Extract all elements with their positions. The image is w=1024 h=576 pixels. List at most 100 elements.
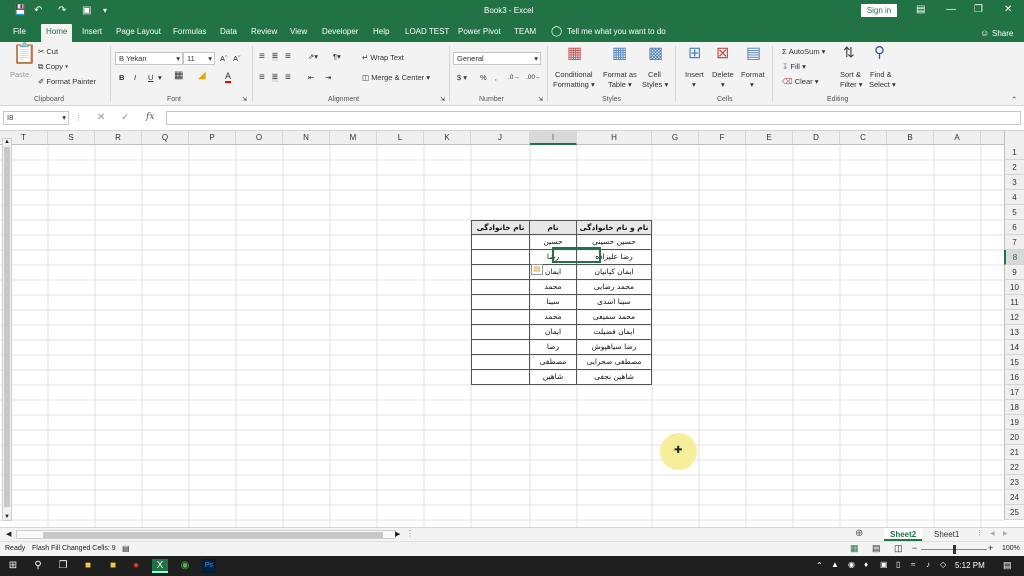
collapse-ribbon-icon[interactable]: ⌃ [1011, 95, 1017, 104]
page-layout-view-icon[interactable]: ▤ [872, 543, 881, 554]
last-name-cell[interactable] [471, 295, 530, 310]
decrease-font-icon[interactable]: Aˇ [233, 54, 241, 63]
table-header-full-name[interactable]: نام و نام خانوادگی [577, 220, 652, 235]
dialog-launcher-icon[interactable]: ⇲ [440, 96, 445, 105]
undo-icon[interactable]: ↶ [34, 6, 42, 16]
row-header[interactable]: 14 [1004, 340, 1024, 355]
conditional-formatting-icon[interactable]: ▦ [567, 46, 582, 62]
wrap-text-button[interactable]: ↵ Wrap Text [362, 53, 404, 62]
tab-insert[interactable]: Insert [82, 27, 102, 37]
format-painter-button[interactable]: ✐ Format Painter [38, 77, 96, 86]
sign-in-button[interactable]: Sign in [861, 4, 897, 17]
last-name-cell[interactable] [471, 355, 530, 370]
notifications-icon[interactable]: ▤ [1003, 560, 1012, 571]
row-header[interactable]: 18 [1004, 400, 1024, 415]
row-header[interactable]: 13 [1004, 325, 1024, 340]
insert-cells-button[interactable]: Insert [685, 70, 704, 79]
name-box[interactable]: I8 ▾ [3, 111, 69, 125]
tab-file[interactable]: File [13, 27, 26, 37]
row-header[interactable]: 7 [1004, 235, 1024, 250]
cancel-icon[interactable]: ✕ [97, 112, 105, 123]
zoom-out-icon[interactable]: − [912, 543, 917, 553]
align-bottom-icon[interactable]: ≡ [285, 52, 291, 62]
find-select-line1[interactable]: Find & [870, 70, 892, 79]
column-header[interactable]: H [577, 131, 652, 145]
last-name-cell[interactable] [471, 235, 530, 250]
last-name-cell[interactable] [471, 340, 530, 355]
dialog-launcher-icon[interactable]: ⇲ [538, 96, 543, 105]
paste-button[interactable]: Paste [10, 70, 29, 79]
last-name-cell[interactable] [471, 325, 530, 340]
orientation-icon[interactable]: ⇗▾ [308, 52, 318, 61]
search-icon[interactable]: ⚲ [874, 45, 885, 60]
column-header[interactable]: R [95, 131, 142, 145]
delete-cells-icon[interactable]: ⊠ [716, 46, 729, 62]
language-icon[interactable]: ◇ [940, 560, 946, 569]
scroll-up-icon[interactable]: ▲ [4, 139, 10, 145]
column-header[interactable]: F [699, 131, 746, 145]
conditional-formatting-button[interactable]: Formatting ▾ [553, 80, 595, 89]
full-name-cell[interactable]: رضا سیاهپوش [577, 340, 652, 355]
italic-icon[interactable]: I [134, 73, 136, 82]
row-header[interactable]: 10 [1004, 280, 1024, 295]
column-header[interactable]: J [471, 131, 530, 145]
last-name-cell[interactable] [471, 370, 530, 385]
tab-team[interactable]: TEAM [514, 27, 536, 37]
clock[interactable]: 5:12 PM [955, 561, 985, 570]
column-header[interactable]: B [887, 131, 934, 145]
sheet-tab-sheet2[interactable]: Sheet2 [884, 528, 923, 541]
align-right-icon[interactable]: ≡ [285, 73, 291, 83]
row-header[interactable]: 11 [1004, 295, 1024, 310]
minimize-icon[interactable]: — [946, 5, 956, 15]
tray-app-icon[interactable]: ▲ [831, 560, 839, 569]
table-header-first-name[interactable]: نام [530, 220, 577, 235]
column-header[interactable]: L [377, 131, 424, 145]
chevron-down-icon[interactable]: ▾ [750, 80, 754, 89]
column-header[interactable]: E [746, 131, 793, 145]
record-icon[interactable]: ● [129, 559, 143, 573]
close-icon[interactable]: ✕ [1004, 5, 1012, 15]
sort-filter-icon[interactable]: ⇅ [843, 45, 855, 59]
last-name-cell[interactable] [471, 310, 530, 325]
clear-button[interactable]: ⌫ Clear ▾ [782, 77, 819, 86]
paste-icon[interactable]: 📋 [12, 44, 37, 64]
column-header[interactable]: C [840, 131, 887, 145]
macro-record-icon[interactable]: ▤ [122, 544, 130, 553]
table-header-last-name[interactable]: نام خانوادگی [471, 220, 530, 235]
scroll-right-icon[interactable]: ▶ [395, 530, 400, 538]
column-header[interactable]: S [48, 131, 95, 145]
row-header[interactable]: 19 [1004, 415, 1024, 430]
cell-styles-icon[interactable]: ▩ [648, 46, 663, 62]
percent-icon[interactable]: % [480, 73, 487, 82]
splitter-icon[interactable]: ⋮ [406, 529, 414, 538]
insert-cells-icon[interactable]: ⊞ [688, 46, 701, 62]
page-break-view-icon[interactable]: ◫ [894, 543, 903, 554]
first-name-cell[interactable]: مصطفی [530, 355, 577, 370]
file-explorer-icon[interactable]: ■ [81, 559, 95, 573]
chevron-down-icon[interactable]: ▾ [721, 80, 725, 89]
tab-review[interactable]: Review [251, 27, 277, 37]
column-header[interactable]: I [530, 131, 577, 145]
first-name-cell[interactable]: محمد [530, 280, 577, 295]
row-header[interactable]: 6 [1004, 220, 1024, 235]
row-header[interactable]: 16 [1004, 370, 1024, 385]
merge-center-button[interactable]: ◫ Merge & Center ▾ [362, 73, 430, 82]
borders-icon[interactable]: ▦ [174, 71, 183, 81]
scroll-left-icon[interactable]: ◀ [6, 530, 11, 538]
vertical-scrollbar[interactable]: ▲ ▼ [2, 138, 12, 521]
delete-cells-button[interactable]: Delete [712, 70, 734, 79]
increase-indent-icon[interactable]: ⇥ [325, 73, 331, 82]
column-header[interactable]: D [793, 131, 840, 145]
volume-icon[interactable]: ♪ [926, 560, 930, 569]
column-header[interactable]: G [652, 131, 699, 145]
enter-icon[interactable]: ✓ [121, 112, 129, 123]
comma-icon[interactable]: ‚ [495, 73, 497, 82]
chrome-icon[interactable]: ◉ [178, 559, 192, 573]
sort-filter-line1[interactable]: Sort & [840, 70, 861, 79]
tell-me-search[interactable]: Tell me what you want to do [567, 27, 666, 37]
font-name-box[interactable]: B Yekan ▾ [115, 52, 183, 65]
customize-toolbar-icon[interactable]: ▾ [103, 6, 107, 16]
column-header[interactable]: A [934, 131, 981, 145]
row-header[interactable]: 17 [1004, 385, 1024, 400]
number-format-box[interactable]: General ▾ [453, 52, 541, 65]
